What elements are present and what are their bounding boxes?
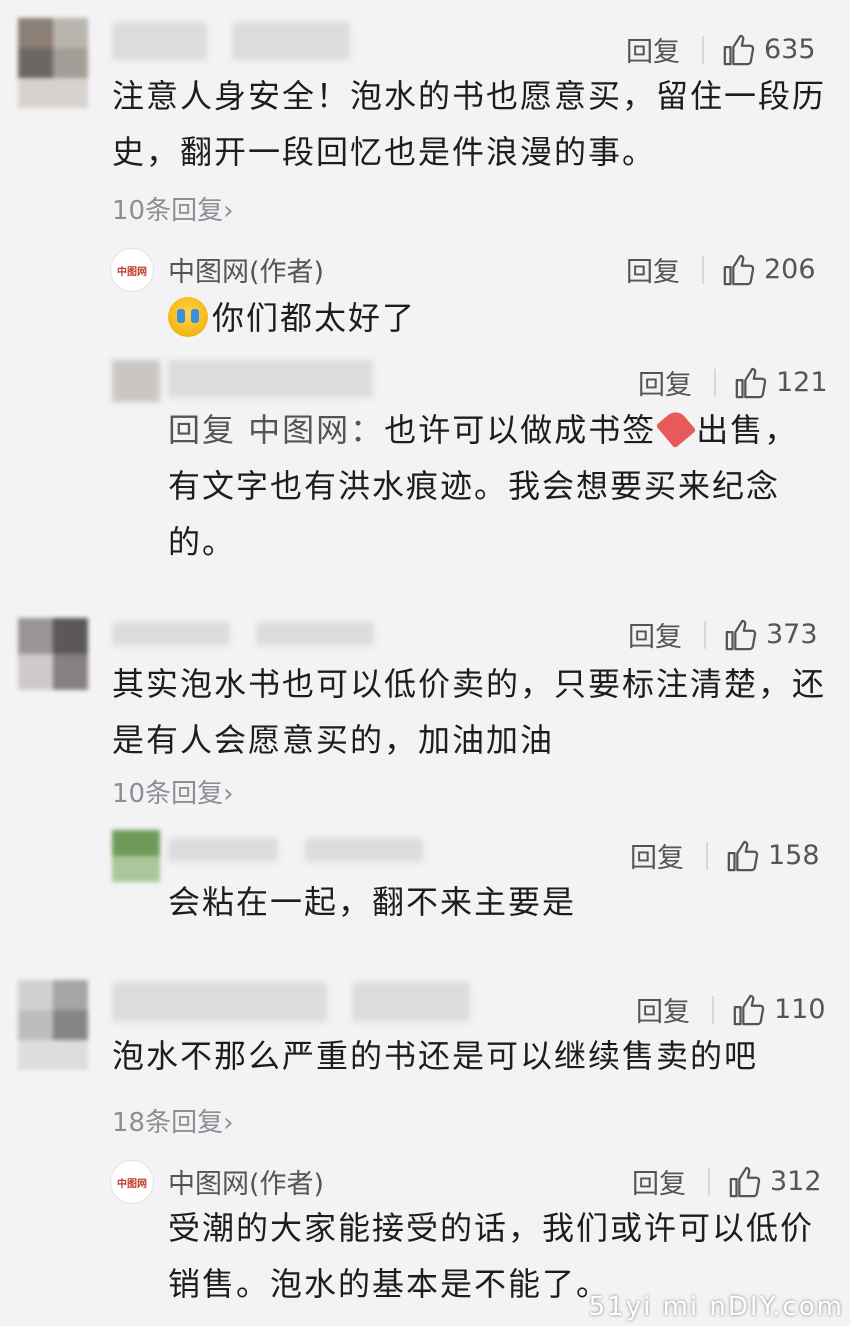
reply-button[interactable]: 回复 bbox=[636, 990, 690, 1029]
view-replies-link[interactable]: 10条回复› bbox=[112, 773, 233, 810]
divider bbox=[712, 995, 714, 1024]
username-blurred bbox=[112, 982, 327, 1022]
reply-button[interactable]: 回复 bbox=[628, 615, 682, 654]
thumbs-up-icon bbox=[723, 34, 755, 65]
username-blurred bbox=[112, 622, 230, 646]
watermark: 51yi mi nDIY.com bbox=[588, 1292, 844, 1322]
author-name: 中图网(作者) bbox=[168, 257, 325, 288]
like-count: 158 bbox=[768, 840, 820, 871]
username-blurred bbox=[112, 22, 207, 60]
thumbs-up-icon bbox=[727, 840, 759, 871]
like-button[interactable]: 373 bbox=[724, 618, 818, 652]
view-replies-link[interactable]: 10条回复› bbox=[112, 190, 233, 227]
reply-text-a: 也许可以做成书签 bbox=[384, 411, 657, 449]
comment-text: 泡水不那么严重的书还是可以继续售卖的吧 bbox=[112, 1037, 759, 1075]
thumbs-up-icon bbox=[733, 994, 765, 1025]
thumbs-up-icon bbox=[735, 367, 767, 398]
crying-emoji-icon bbox=[168, 297, 208, 337]
reply-to-prefix: 回复 中图网： bbox=[168, 411, 385, 449]
reply-text-body: 你们都太好了 bbox=[212, 299, 417, 337]
reply-button[interactable]: 回复 bbox=[630, 836, 684, 875]
like-count: 110 bbox=[774, 994, 826, 1025]
bookmark-tag-icon bbox=[655, 407, 697, 449]
like-count: 312 bbox=[770, 1166, 822, 1197]
avatar[interactable] bbox=[18, 618, 88, 690]
reply-button[interactable]: 回复 bbox=[626, 30, 680, 69]
divider bbox=[702, 35, 704, 64]
thumbs-up-icon bbox=[723, 254, 755, 285]
view-replies-link[interactable]: 18条回复› bbox=[112, 1102, 233, 1139]
avatar[interactable] bbox=[18, 980, 88, 1070]
username-blurred bbox=[168, 838, 278, 862]
author-logo[interactable]: 中图网 bbox=[110, 248, 154, 292]
like-count: 206 bbox=[764, 254, 816, 285]
avatar[interactable] bbox=[112, 360, 160, 402]
reply-button[interactable]: 回复 bbox=[626, 250, 680, 289]
like-button[interactable]: 206 bbox=[722, 253, 816, 287]
like-button[interactable]: 158 bbox=[726, 839, 820, 873]
like-count: 635 bbox=[764, 34, 816, 65]
like-button[interactable]: 110 bbox=[732, 993, 826, 1027]
logo-text: 中图网 bbox=[117, 1178, 147, 1190]
comment-text: 其实泡水书也可以低价卖的，只要标注清楚，还是有人会愿意买的，加油加油 bbox=[112, 665, 827, 759]
username-blurred bbox=[305, 838, 423, 862]
avatar[interactable] bbox=[18, 18, 88, 108]
like-button[interactable]: 312 bbox=[728, 1165, 822, 1199]
username-blurred bbox=[232, 22, 350, 60]
like-count: 373 bbox=[766, 619, 818, 650]
divider bbox=[706, 841, 708, 870]
divider bbox=[704, 620, 706, 649]
username-blurred bbox=[256, 622, 374, 646]
divider bbox=[708, 1167, 710, 1196]
comment-text: 注意人身安全！泡水的书也愿意买，留住一段历史，翻开一段回忆也是件浪漫的事。 bbox=[112, 77, 827, 171]
logo-text: 中图网 bbox=[117, 266, 147, 278]
username-blurred bbox=[168, 360, 373, 398]
divider bbox=[702, 255, 704, 284]
like-button[interactable]: 121 bbox=[734, 366, 828, 400]
avatar[interactable] bbox=[112, 830, 160, 882]
author-name: 中图网(作者) bbox=[168, 1169, 325, 1200]
thumbs-up-icon bbox=[725, 619, 757, 650]
reply-text: 会粘在一起，翻不来主要是 bbox=[168, 883, 577, 921]
divider bbox=[714, 368, 716, 397]
author-logo[interactable]: 中图网 bbox=[110, 1160, 154, 1204]
reply-button[interactable]: 回复 bbox=[632, 1162, 686, 1201]
thumbs-up-icon bbox=[729, 1166, 761, 1197]
like-count: 121 bbox=[776, 367, 828, 398]
reply-text: 回复 中图网：也许可以做成书签 出售，有文字也有洪水痕迹。我会想要买来纪念的。 bbox=[168, 402, 818, 570]
reply-text: 你们都太好了 bbox=[168, 290, 808, 346]
like-button[interactable]: 635 bbox=[722, 33, 816, 67]
username-blurred bbox=[352, 982, 470, 1022]
reply-button[interactable]: 回复 bbox=[638, 363, 692, 402]
